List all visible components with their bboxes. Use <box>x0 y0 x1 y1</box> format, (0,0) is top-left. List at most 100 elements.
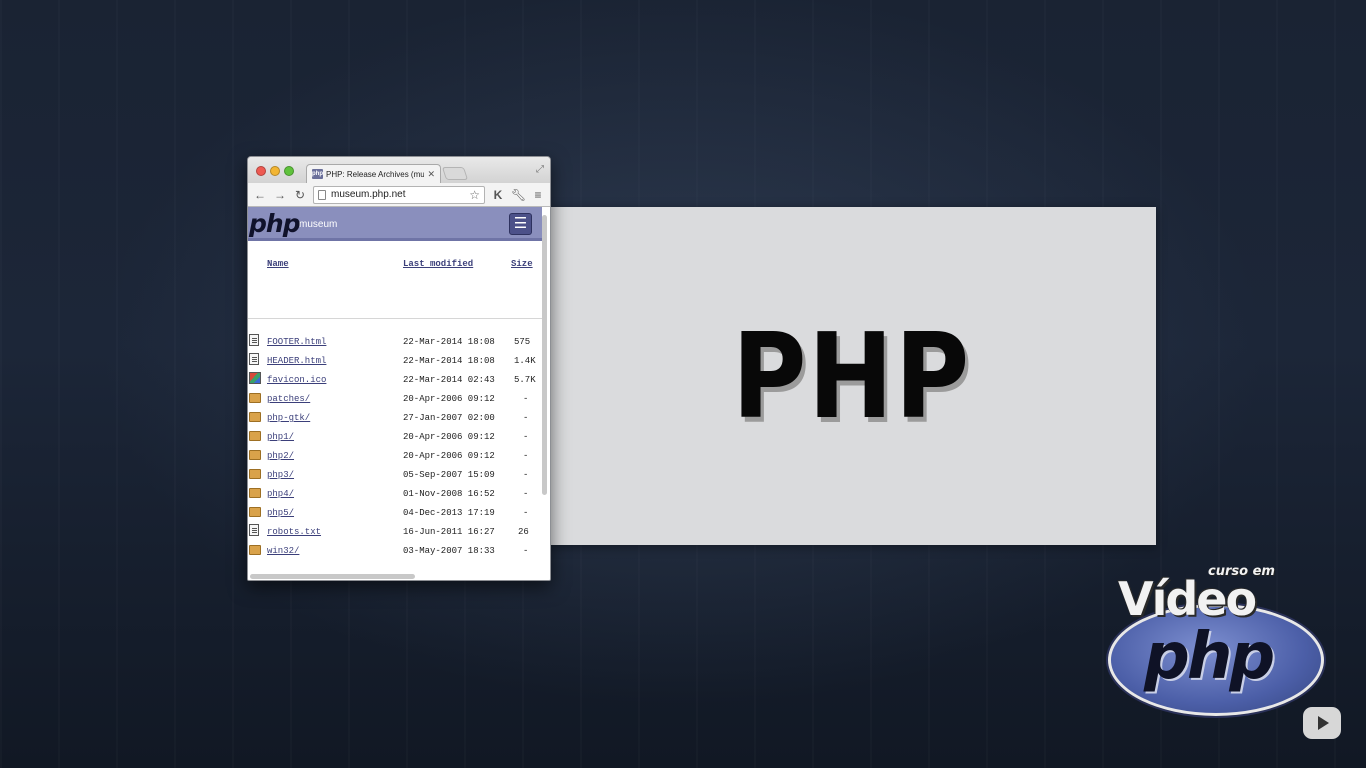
listing-row: patches/ 20-Apr-2006 09:12 - <box>248 393 542 413</box>
new-tab-button[interactable] <box>441 167 469 180</box>
listing-row: php3/ 05-Sep-2007 15:09 - <box>248 469 542 489</box>
url-text[interactable]: museum.php.net <box>331 189 464 200</box>
file-link[interactable]: HEADER.html <box>267 356 326 366</box>
listing-row: favicon.ico 22-Mar-2014 02:43 5.7K <box>248 372 542 394</box>
folder-link[interactable]: php2/ <box>267 451 294 461</box>
file-icon <box>249 334 259 346</box>
modified-date: 20-Apr-2006 09:12 <box>403 451 495 461</box>
listing-divider <box>248 318 542 319</box>
bookmark-star-icon[interactable]: ☆ <box>469 188 480 202</box>
folder-icon <box>249 412 261 422</box>
address-bar[interactable]: museum.php.net ☆ <box>313 185 485 204</box>
listing-row: php4/ 01-Nov-2008 16:52 - <box>248 488 542 508</box>
folder-link[interactable]: php-gtk/ <box>267 413 310 423</box>
image-file-icon <box>249 372 261 384</box>
sort-by-modified-link[interactable]: Last modified <box>403 259 473 269</box>
file-size: 5.7K <box>514 375 536 385</box>
modified-date: 20-Apr-2006 09:12 <box>403 394 495 404</box>
sort-by-size-link[interactable]: Size <box>511 259 533 269</box>
listing-row: FOOTER.html 22-Mar-2014 18:08 575 <box>248 334 542 356</box>
folder-link[interactable]: patches/ <box>267 394 310 404</box>
tab-close-icon[interactable]: ✕ <box>427 169 435 180</box>
file-size: - <box>523 394 529 404</box>
close-window-button[interactable] <box>256 166 266 176</box>
back-icon[interactable]: ← <box>253 188 267 202</box>
minimize-window-button[interactable] <box>270 166 280 176</box>
folder-icon <box>249 393 261 403</box>
fullscreen-icon[interactable]: ⤢ <box>536 164 544 175</box>
logo-video-text: Vídeo <box>1118 572 1257 626</box>
listing-row: php1/ 20-Apr-2006 09:12 - <box>248 431 542 451</box>
zoom-window-button[interactable] <box>284 166 294 176</box>
browser-window: php PHP: Release Archives (mu ✕ ⤢ ← → ↻ … <box>247 156 551 581</box>
browser-tab[interactable]: php PHP: Release Archives (mu ✕ <box>306 164 441 183</box>
slide-panel: PHP <box>547 207 1156 545</box>
file-size: - <box>523 489 529 499</box>
modified-date: 04-Dec-2013 17:19 <box>403 508 495 518</box>
folder-link[interactable]: php1/ <box>267 432 294 442</box>
menu-icon[interactable]: ≡ <box>531 188 545 202</box>
wrench-icon[interactable]: 🔧︎ <box>511 188 526 202</box>
reload-icon[interactable]: ↻ <box>293 188 307 202</box>
folder-icon <box>249 507 261 517</box>
folder-icon <box>249 431 261 441</box>
modified-date: 22-Mar-2014 18:08 <box>403 356 495 366</box>
file-size: - <box>523 451 529 461</box>
file-size: 1.4K <box>514 356 536 366</box>
modified-date: 20-Apr-2006 09:12 <box>403 432 495 442</box>
file-link[interactable]: favicon.ico <box>267 375 326 385</box>
listing-row: php-gtk/ 27-Jan-2007 02:00 - <box>248 412 542 432</box>
sort-by-name-link[interactable]: Name <box>267 259 289 269</box>
file-size: - <box>523 470 529 480</box>
modified-date: 22-Mar-2014 18:08 <box>403 337 495 347</box>
horizontal-scrollbar[interactable] <box>250 574 415 579</box>
file-icon <box>249 353 259 365</box>
extension-icon[interactable]: K <box>491 188 505 202</box>
channel-logo: curso em Vídeo php <box>1104 560 1330 720</box>
file-link[interactable]: FOOTER.html <box>267 337 326 347</box>
modified-date: 27-Jan-2007 02:00 <box>403 413 495 423</box>
folder-link[interactable]: php3/ <box>267 470 294 480</box>
tab-favicon-icon: php <box>312 169 323 179</box>
modified-date: 05-Sep-2007 15:09 <box>403 470 495 480</box>
title-bar: php PHP: Release Archives (mu ✕ ⤢ <box>248 157 550 183</box>
logo-php-text: php <box>1144 620 1275 694</box>
youtube-play-icon[interactable] <box>1303 707 1341 739</box>
file-size: - <box>523 413 529 423</box>
folder-icon <box>249 450 261 460</box>
folder-link[interactable]: win32/ <box>267 546 299 556</box>
forward-icon[interactable]: → <box>273 188 287 202</box>
browser-toolbar: ← → ↻ museum.php.net ☆ K 🔧︎ ≡ <box>248 183 550 207</box>
folder-link[interactable]: php5/ <box>267 508 294 518</box>
file-size: 575 <box>514 337 531 347</box>
file-size: - <box>523 508 529 518</box>
folder-icon <box>249 545 261 555</box>
file-size: - <box>523 546 529 556</box>
tab-title: PHP: Release Archives (mu <box>326 169 425 179</box>
logo-subtitle: museum <box>299 219 338 230</box>
file-size: - <box>523 432 529 442</box>
listing-row: php2/ 20-Apr-2006 09:12 - <box>248 450 542 470</box>
php-logo[interactable]: php <box>249 209 301 238</box>
modified-date: 22-Mar-2014 02:43 <box>403 375 495 385</box>
file-icon <box>249 524 259 536</box>
hamburger-icon[interactable]: ☰ <box>509 213 532 235</box>
listing-row: win32/ 03-May-2007 18:33 - <box>248 545 542 565</box>
modified-date: 01-Nov-2008 16:52 <box>403 489 495 499</box>
modified-date: 16-Jun-2011 16:27 <box>403 527 495 537</box>
file-size: 26 <box>518 527 529 537</box>
listing-row: robots.txt 16-Jun-2011 16:27 26 <box>248 524 542 546</box>
site-header: php museum ☰ <box>248 207 542 241</box>
vertical-scrollbar[interactable] <box>542 215 547 495</box>
listing-row: php5/ 04-Dec-2013 17:19 - <box>248 507 542 527</box>
page-viewport: php museum ☰ Name Last modified Size FOO… <box>248 207 550 580</box>
slide-title: PHP <box>732 307 971 445</box>
modified-date: 03-May-2007 18:33 <box>403 546 495 556</box>
folder-icon <box>249 469 261 479</box>
listing-row: HEADER.html 22-Mar-2014 18:08 1.4K <box>248 353 542 375</box>
folder-link[interactable]: php4/ <box>267 489 294 499</box>
listing-header: Name Last modified Size <box>248 259 542 273</box>
folder-icon <box>249 488 261 498</box>
file-link[interactable]: robots.txt <box>267 527 321 537</box>
page-icon <box>318 189 326 200</box>
